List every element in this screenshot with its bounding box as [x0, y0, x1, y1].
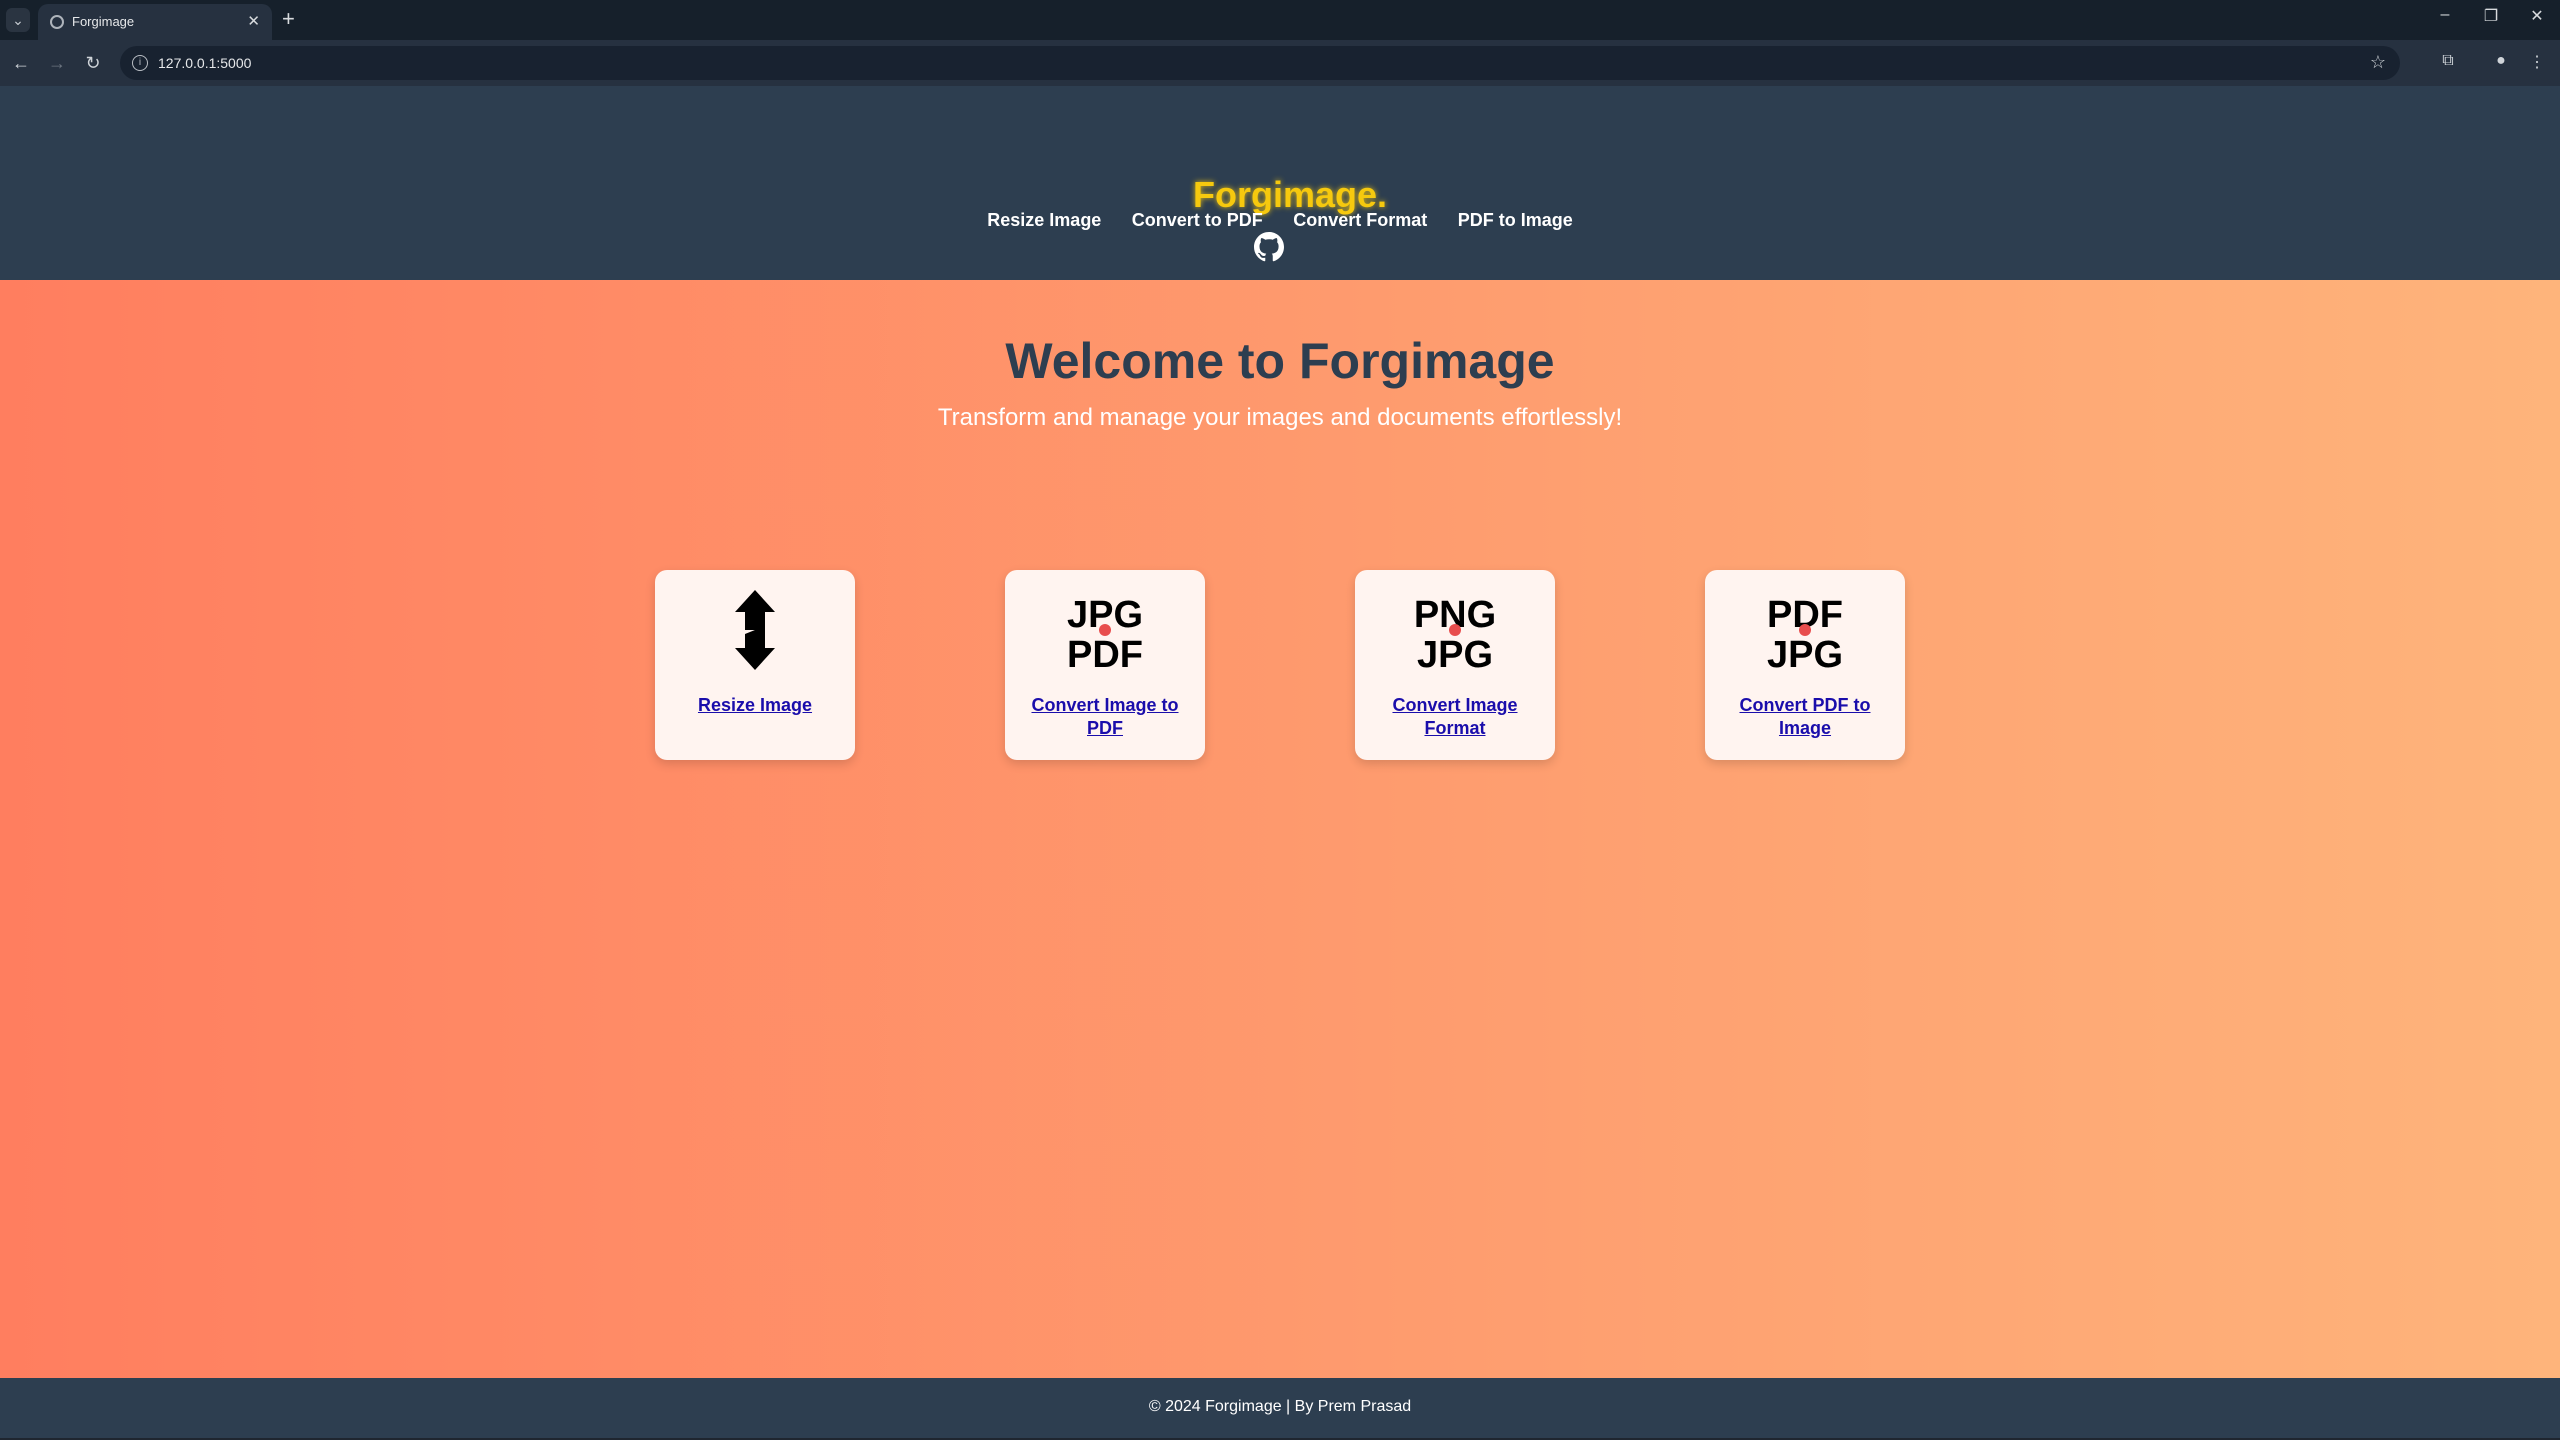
nav-pdf-to-image[interactable]: PDF to Image: [1458, 210, 1573, 230]
new-tab-button[interactable]: +: [282, 6, 295, 32]
site-header: Forgimage. Resize Image Convert to PDF C…: [0, 86, 2560, 280]
png-to-jpg-icon: PNG JPG: [1414, 594, 1496, 670]
card-resize-image[interactable]: Resize Image: [655, 570, 855, 760]
nav-convert-format[interactable]: Convert Format: [1293, 210, 1427, 230]
profile-icon[interactable]: ●: [2490, 52, 2512, 70]
main-nav: Resize Image Convert to PDF Convert Form…: [0, 210, 2560, 231]
window-close-icon[interactable]: ✕: [2522, 6, 2552, 26]
tab-list-button[interactable]: ⌄: [6, 8, 30, 32]
convert-image-to-pdf-link[interactable]: Convert Image to PDF: [1015, 694, 1195, 740]
browser-tab-bar: ⌄ Forgimage ✕ + – ❐ ✕: [0, 0, 2560, 40]
convert-image-format-link[interactable]: Convert Image Format: [1365, 694, 1545, 740]
bookmark-star-icon[interactable]: ☆: [2370, 52, 2386, 73]
hero-section: Welcome to Forgimage Transform and manag…: [0, 280, 2560, 1378]
card-convert-image-to-pdf[interactable]: JPG PDF Convert Image to PDF: [1005, 570, 1205, 760]
reload-icon[interactable]: ↻: [82, 52, 104, 74]
url-text: 127.0.0.1:5000: [158, 55, 252, 71]
forward-icon[interactable]: →: [46, 52, 68, 74]
tab-title: Forgimage: [72, 14, 135, 29]
page-title: Welcome to Forgimage: [1005, 333, 1555, 389]
convert-pdf-to-image-link[interactable]: Convert PDF to Image: [1715, 694, 1895, 740]
address-bar[interactable]: i 127.0.0.1:5000 ☆: [120, 46, 2400, 80]
page: Forgimage. Resize Image Convert to PDF C…: [0, 86, 2560, 1440]
browser-menu-icon[interactable]: ⋮: [2526, 52, 2548, 72]
svg-text:JPG: JPG: [1767, 634, 1843, 670]
browser-tab[interactable]: Forgimage ✕: [38, 4, 272, 40]
nav-convert-to-pdf[interactable]: Convert to PDF: [1132, 210, 1263, 230]
footer-text: © 2024 Forgimage | By Prem Prasad: [1148, 1398, 1412, 1415]
jpg-to-pdf-icon: JPG PDF: [1067, 594, 1143, 670]
svg-text:JPG: JPG: [1417, 634, 1493, 670]
back-icon[interactable]: ←: [10, 52, 32, 74]
resize-arrows-icon: [735, 590, 775, 670]
pdf-to-jpg-icon: PDF JPG: [1767, 594, 1843, 670]
card-convert-image-format[interactable]: PNG JPG Convert Image Format: [1355, 570, 1555, 760]
extensions-icon[interactable]: ⧉: [2437, 52, 2459, 70]
svg-text:PDF: PDF: [1067, 634, 1143, 670]
github-icon[interactable]: [1254, 232, 1284, 262]
page-subtitle: Transform and manage your images and doc…: [937, 404, 1623, 431]
resize-image-link[interactable]: Resize Image: [665, 694, 845, 717]
minimize-icon[interactable]: –: [2430, 6, 2460, 24]
site-footer: © 2024 Forgimage | By Prem Prasad: [0, 1378, 2560, 1438]
nav-resize-image[interactable]: Resize Image: [987, 210, 1101, 230]
restore-icon[interactable]: ❐: [2476, 6, 2506, 26]
close-tab-icon[interactable]: ✕: [247, 12, 260, 30]
site-info-icon[interactable]: i: [132, 55, 148, 71]
browser-toolbar: ← → ↻ i 127.0.0.1:5000 ☆ ⧉ ● ⋮: [0, 40, 2560, 86]
card-convert-pdf-to-image[interactable]: PDF JPG Convert PDF to Image: [1705, 570, 1905, 760]
globe-icon: [50, 15, 64, 29]
